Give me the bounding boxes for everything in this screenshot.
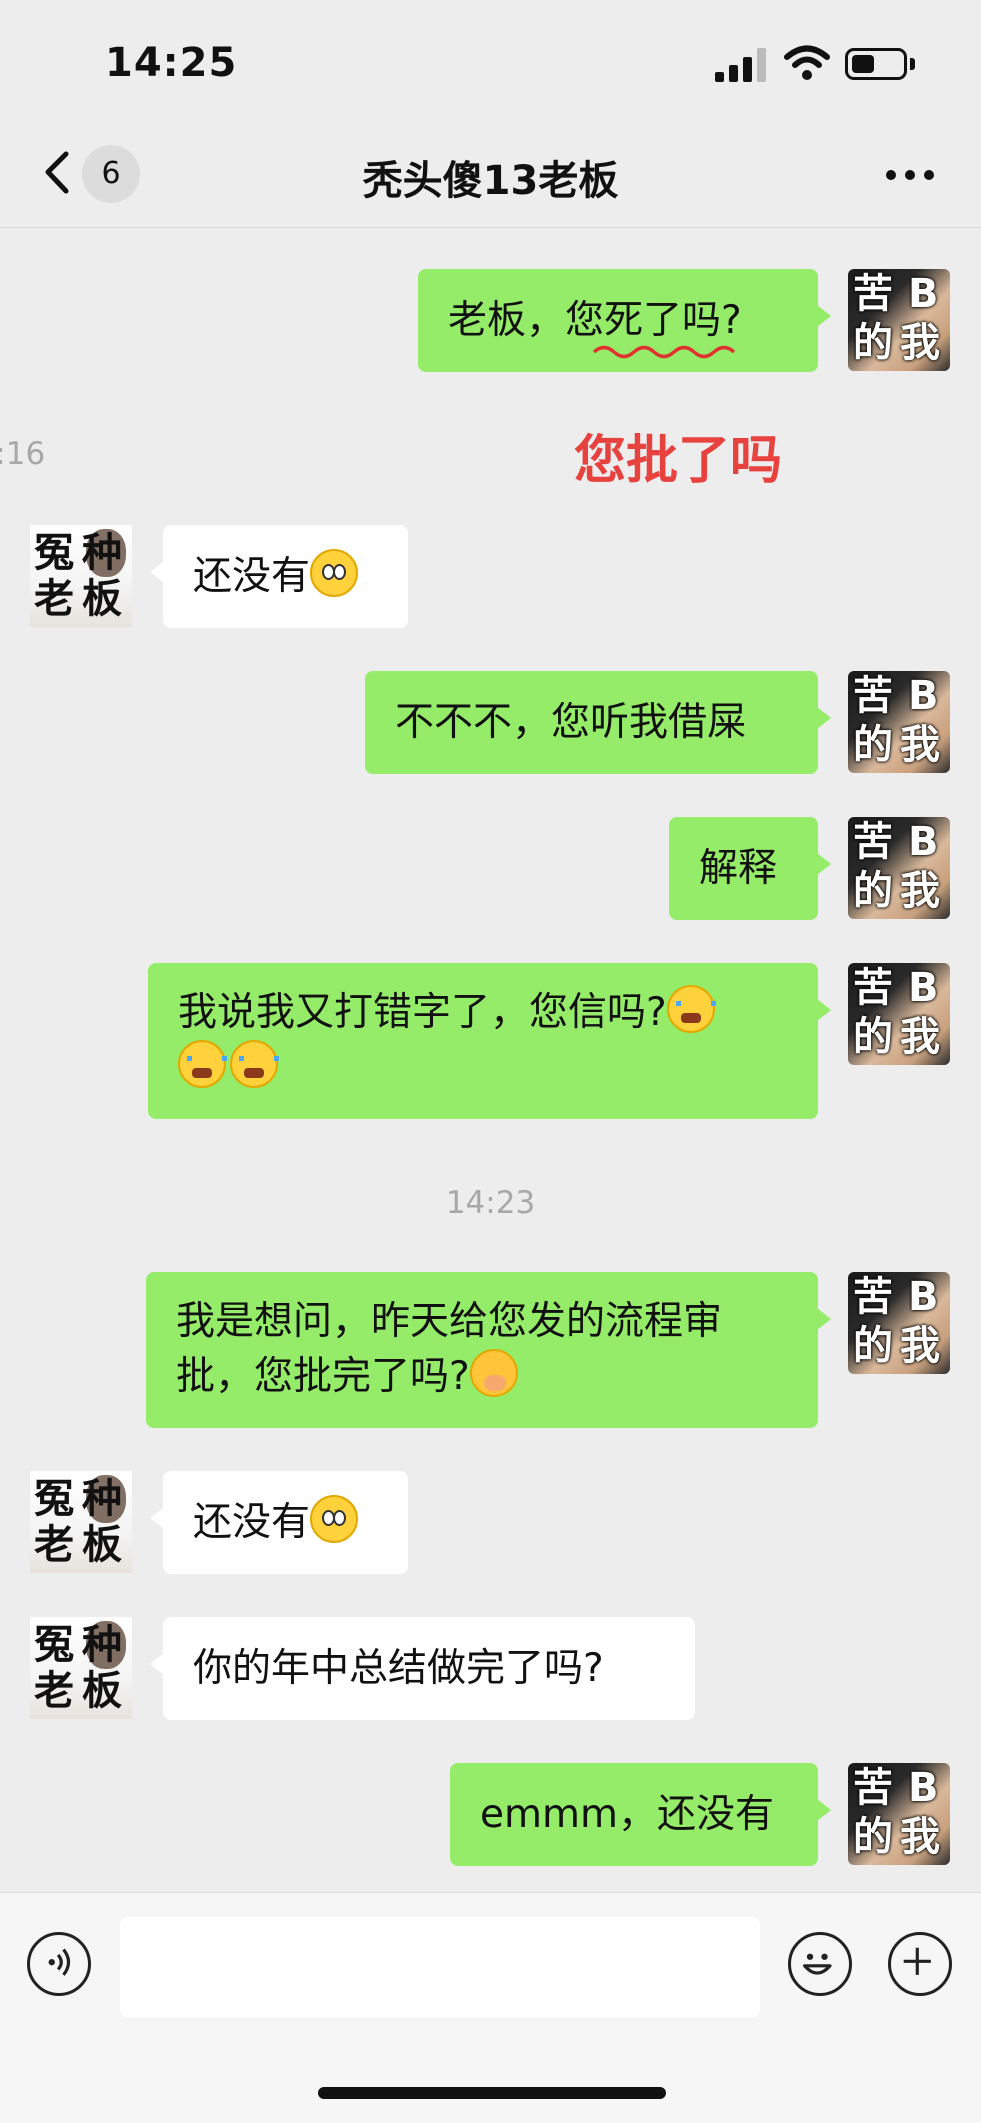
emoji-picker-icon[interactable] <box>788 1932 852 1996</box>
crying-emoji-icon <box>666 985 716 1033</box>
my-message-bubble[interactable]: 解释 <box>669 817 831 920</box>
red-annotation-text: 您批了吗 <box>574 431 783 491</box>
smile-emoji-icon <box>310 549 359 597</box>
cellular-signal-icon <box>715 48 767 82</box>
message-text: 解释 <box>699 846 778 891</box>
boss-avatar[interactable]: 冤 种 老 板 <box>30 1471 132 1573</box>
their-message-bubble[interactable]: 你的年中总结做完了吗? <box>150 1617 695 1720</box>
my-message-bubble[interactable]: 我说我又打错字了，您信吗? <box>148 963 831 1119</box>
message-text: 不不不，您听我借屎 <box>395 700 747 745</box>
their-message-bubble[interactable]: 还没有 <box>150 525 408 628</box>
red-squiggle-underline <box>592 345 736 359</box>
my-avatar[interactable]: 苦 B 的 我 <box>848 963 950 1065</box>
pout-emoji-icon <box>469 1349 518 1397</box>
message-text: 还没有 <box>193 1500 311 1545</box>
my-message-bubble[interactable]: 我是想问，昨天给您发的流程审 批，您批完了吗? <box>146 1272 831 1428</box>
my-avatar[interactable]: 苦 B 的 我 <box>848 817 950 919</box>
my-avatar[interactable]: 苦 B 的 我 <box>848 671 950 773</box>
timestamp: 14:23 <box>445 1185 536 1221</box>
message-text: 我是想问，昨天给您发的流程审 <box>176 1299 723 1344</box>
smile-emoji-icon <box>310 1495 359 1543</box>
voice-input-icon[interactable] <box>27 1932 91 1996</box>
more-options-icon[interactable] <box>886 170 934 182</box>
chat-title: 秃头傻13老板 <box>362 158 619 204</box>
message-text: 你的年中总结做完了吗? <box>193 1646 604 1691</box>
message-text: 我说我又打错字了，您信吗? <box>178 990 667 1035</box>
my-avatar[interactable]: 苦 B 的 我 <box>848 1272 950 1374</box>
wifi-icon <box>784 45 830 80</box>
my-message-bubble[interactable]: emmm，还没有 <box>450 1763 831 1866</box>
status-time: 14:25 <box>105 40 238 86</box>
my-avatar[interactable]: 苦 B 的 我 <box>848 1763 950 1865</box>
battery-icon <box>845 48 907 80</box>
crying-emoji-icon <box>230 1040 279 1088</box>
message-text: 批，您批完了吗? <box>176 1354 470 1399</box>
my-avatar[interactable]: 苦 B 的 我 <box>848 269 950 371</box>
home-indicator[interactable] <box>318 2087 666 2099</box>
their-message-bubble[interactable]: 还没有 <box>150 1471 408 1574</box>
more-functions-plus-icon[interactable] <box>888 1932 952 1996</box>
message-text: 还没有 <box>193 554 311 599</box>
timestamp: 14:16 <box>0 436 46 472</box>
message-text: 老板，您死了吗? <box>448 298 742 343</box>
my-message-bubble[interactable]: 不不不，您听我借屎 <box>365 671 831 774</box>
boss-avatar[interactable]: 冤 种 老 板 <box>30 1617 132 1719</box>
message-input[interactable] <box>120 1917 760 2017</box>
boss-avatar[interactable]: 冤 种 老 板 <box>30 525 132 627</box>
crying-emoji-icon <box>178 1040 227 1088</box>
battery-tip <box>910 58 915 70</box>
message-text: emmm，还没有 <box>480 1792 774 1837</box>
